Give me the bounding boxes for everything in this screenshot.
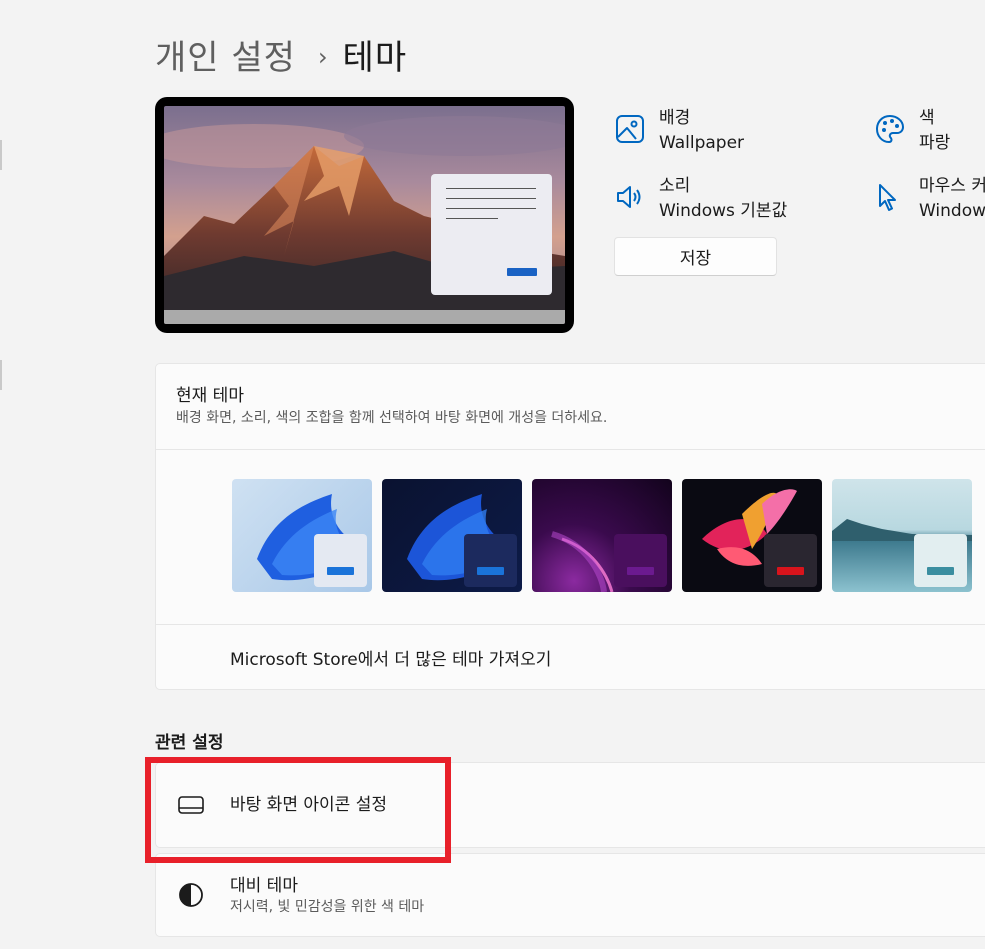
current-theme-title: 현재 테마 [176,386,244,406]
sound-label: 소리 [659,176,691,196]
theme-thumbnail-windows-dark[interactable] [382,479,522,592]
contrast-themes-label: 대비 테마 [230,876,298,896]
sound-value: Windows 기본값 [659,201,788,221]
mouse-pointer-icon [879,184,896,211]
current-theme-subtitle: 배경 화면, 소리, 색의 조합을 함께 선택하여 바탕 화면에 개성을 더하세… [176,410,608,426]
breadcrumb-parent[interactable]: 개인 설정 [155,38,296,78]
current-theme-card: 현재 테마 배경 화면, 소리, 색의 조합을 함께 선택하여 바탕 화면에 개… [155,363,985,690]
color-value: 파랑 [919,133,951,153]
color-label: 색 [919,108,935,128]
cursor-value: Window [919,201,985,221]
save-button[interactable]: 저장 [614,237,777,276]
theme-thumbnail-captured-motion[interactable] [682,479,822,592]
theme-thumbnail-flow[interactable] [832,479,972,592]
preview-taskbar [164,310,565,324]
page-title: 개인 설정 › 테마 [155,30,407,79]
current-theme-header[interactable]: 현재 테마 배경 화면, 소리, 색의 조합을 함께 선택하여 바탕 화면에 개… [156,364,985,450]
theme-thumbnail-glow[interactable] [532,479,672,592]
breadcrumb-current: 테마 [342,38,408,78]
cursor-label: 마우스 커 [919,176,985,196]
store-themes-link[interactable]: Microsoft Store에서 더 많은 테마 가져오기 [156,625,985,689]
speaker-icon [617,186,641,208]
window-edge-mark [0,360,2,390]
window-edge-mark [0,140,2,170]
background-setting[interactable]: 배경 Wallpaper [614,105,744,155]
background-label: 배경 [659,108,691,128]
cursor-setting[interactable]: 마우스 커 Window [874,173,985,223]
palette-icon [875,114,905,144]
contrast-themes-sublabel: 저시력, 빛 민감성을 위한 색 테마 [230,899,425,915]
contrast-icon [179,883,203,907]
related-settings-title: 관련 설정 [155,733,224,753]
color-setting[interactable]: 색 파랑 [874,105,950,155]
highlight-box [145,757,451,863]
sound-setting[interactable]: 소리 Windows 기본값 [614,173,787,223]
breadcrumb-separator: › [317,43,329,71]
theme-gallery [156,450,985,625]
image-icon [616,115,644,143]
contrast-themes-row[interactable]: 대비 테마 저시력, 빛 민감성을 위한 색 테마 [155,853,985,937]
theme-thumbnail-windows-light[interactable] [232,479,372,592]
background-value: Wallpaper [659,133,745,153]
preview-window [431,174,552,295]
theme-preview [155,97,574,333]
